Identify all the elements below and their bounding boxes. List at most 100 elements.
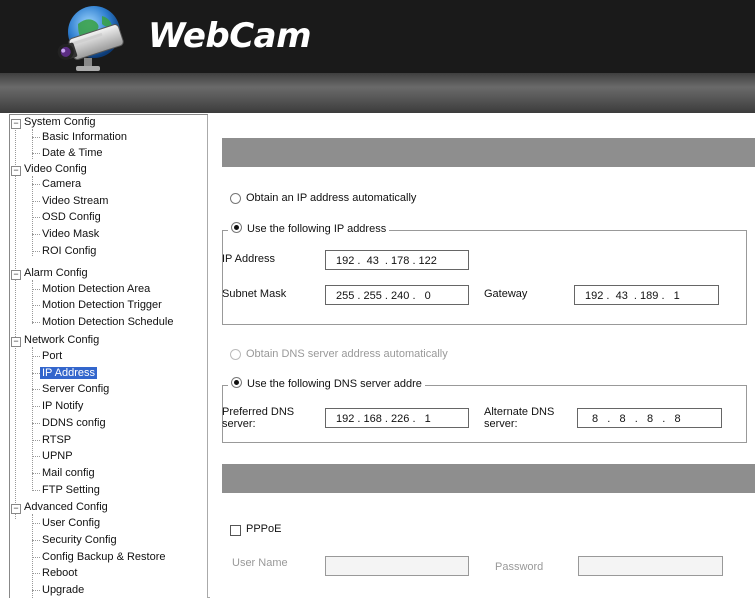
collapse-icon[interactable]: − <box>11 119 21 129</box>
tree-line <box>32 322 40 323</box>
alternate-dns-label-line2: server: <box>484 418 518 430</box>
gateway-input[interactable]: 192 . 43 . 189 . 1 <box>574 285 719 305</box>
tree-line <box>32 280 33 324</box>
tree-line <box>32 289 40 290</box>
tree-line <box>32 557 40 558</box>
static-ip-group <box>222 230 747 325</box>
tree-ip-address[interactable]: IP Address <box>40 366 97 381</box>
use-static-ip-radio[interactable] <box>231 222 242 233</box>
preferred-dns-label: Preferred DNS server: <box>222 406 294 430</box>
obtain-ip-auto-label: Obtain an IP address automatically <box>246 192 417 204</box>
alternate-dns-label-line1: Alternate DNS <box>484 406 555 418</box>
subnet-mask-label: Subnet Mask <box>222 288 287 300</box>
obtain-dns-auto-label: Obtain DNS server address automatically <box>246 348 448 360</box>
tree-line <box>32 217 40 218</box>
tree-line <box>32 137 40 138</box>
tree-upnp[interactable]: UPNP <box>42 449 73 464</box>
obtain-ip-auto-radio[interactable] <box>230 193 241 204</box>
tree-line <box>32 251 40 252</box>
tree-alarm-config[interactable]: Alarm Config <box>24 266 88 281</box>
tree-line <box>32 490 40 491</box>
alternate-dns-input[interactable]: 8 . 8 . 8 . 8 <box>577 408 722 428</box>
tree-line <box>32 440 40 441</box>
pppoe-label: PPPoE <box>246 523 282 535</box>
tree-ip-notify[interactable]: IP Notify <box>42 399 83 414</box>
ip-address-input[interactable]: 192 . 43 . 178 . 122 <box>325 250 469 270</box>
collapse-icon[interactable]: − <box>11 270 21 280</box>
user-name-input[interactable] <box>325 556 469 576</box>
password-input[interactable] <box>578 556 723 576</box>
preferred-dns-label-line2: server: <box>222 418 256 430</box>
ip-address-label: IP Address <box>222 253 275 265</box>
tree-security-config[interactable]: Security Config <box>42 533 117 548</box>
tree-video-stream[interactable]: Video Stream <box>42 194 108 209</box>
static-dns-group-title: Use the following DNS server addre <box>228 377 425 390</box>
tree-motion-detection-trigger[interactable]: Motion Detection Trigger <box>42 298 162 313</box>
preferred-dns-input[interactable]: 192 . 168 . 226 . 1 <box>325 408 469 428</box>
collapse-icon[interactable]: − <box>11 504 21 514</box>
user-name-label: User Name <box>232 557 288 569</box>
tree-upgrade[interactable]: Upgrade <box>42 583 84 598</box>
section-header-bar <box>222 138 755 167</box>
pppoe-checkbox[interactable] <box>230 525 241 536</box>
app-header: WebCam <box>0 0 755 73</box>
webcam-logo-icon <box>57 6 124 71</box>
tree-system-config[interactable]: System Config <box>24 115 96 130</box>
tree-ip-address-label: IP Address <box>40 367 97 379</box>
tree-line <box>32 423 40 424</box>
tree-osd-config[interactable]: OSD Config <box>42 210 101 225</box>
tree-line <box>32 523 40 524</box>
password-label: Password <box>495 561 544 573</box>
tree-advanced-config[interactable]: Advanced Config <box>24 500 108 515</box>
tree-ddns-config[interactable]: DDNS config <box>42 416 106 431</box>
ip-settings-panel: Obtain an IP address automatically Use t… <box>208 113 755 597</box>
tree-motion-detection-schedule[interactable]: Motion Detection Schedule <box>42 315 173 330</box>
tree-basic-information[interactable]: Basic Information <box>42 130 127 145</box>
tree-server-config[interactable]: Server Config <box>42 382 109 397</box>
logo-text: WebCam <box>148 16 312 56</box>
tree-line <box>32 176 33 256</box>
section-header-bar <box>222 464 755 493</box>
tree-line <box>32 456 40 457</box>
tree-camera[interactable]: Camera <box>42 177 81 192</box>
tree-video-config[interactable]: Video Config <box>24 162 87 177</box>
tree-reboot[interactable]: Reboot <box>42 566 77 581</box>
tree-line <box>32 389 40 390</box>
tree-line <box>32 590 40 591</box>
tree-line <box>32 473 40 474</box>
tree-date-time[interactable]: Date & Time <box>42 146 103 161</box>
tree-line <box>32 153 40 154</box>
tree-user-config[interactable]: User Config <box>42 516 100 531</box>
tree-line <box>32 129 33 159</box>
tree-roi-config[interactable]: ROI Config <box>42 244 96 259</box>
collapse-icon[interactable]: − <box>11 337 21 347</box>
tree-rtsp[interactable]: RTSP <box>42 433 71 448</box>
tree-port[interactable]: Port <box>42 349 62 364</box>
obtain-dns-auto-radio[interactable] <box>230 349 241 360</box>
subnet-mask-input[interactable]: 255 . 255 . 240 . 0 <box>325 285 469 305</box>
tree-line <box>32 540 40 541</box>
tree-ftp-setting[interactable]: FTP Setting <box>42 483 100 498</box>
tree-line <box>32 184 40 185</box>
collapse-icon[interactable]: − <box>11 166 21 176</box>
alternate-dns-label: Alternate DNS server: <box>484 406 554 430</box>
use-static-ip-label: Use the following IP address <box>247 223 387 235</box>
tree-line <box>32 356 40 357</box>
tree-motion-detection-area[interactable]: Motion Detection Area <box>42 282 150 297</box>
tree-line <box>32 201 40 202</box>
use-static-dns-radio[interactable] <box>231 377 242 388</box>
tree-video-mask[interactable]: Video Mask <box>42 227 99 242</box>
tree-line <box>32 373 40 374</box>
tree-line <box>32 347 33 491</box>
tree-config-backup-restore[interactable]: Config Backup & Restore <box>42 550 166 565</box>
gateway-label: Gateway <box>484 288 528 300</box>
tree-line <box>32 305 40 306</box>
header-band <box>0 73 755 113</box>
tree-line <box>32 514 33 598</box>
config-tree[interactable]: − System Config Basic Information Date &… <box>9 114 210 598</box>
tree-line <box>32 573 40 574</box>
tree-line <box>15 127 16 519</box>
static-ip-group-title: Use the following IP address <box>228 222 390 235</box>
tree-mail-config[interactable]: Mail config <box>42 466 95 481</box>
tree-network-config[interactable]: Network Config <box>24 333 99 348</box>
